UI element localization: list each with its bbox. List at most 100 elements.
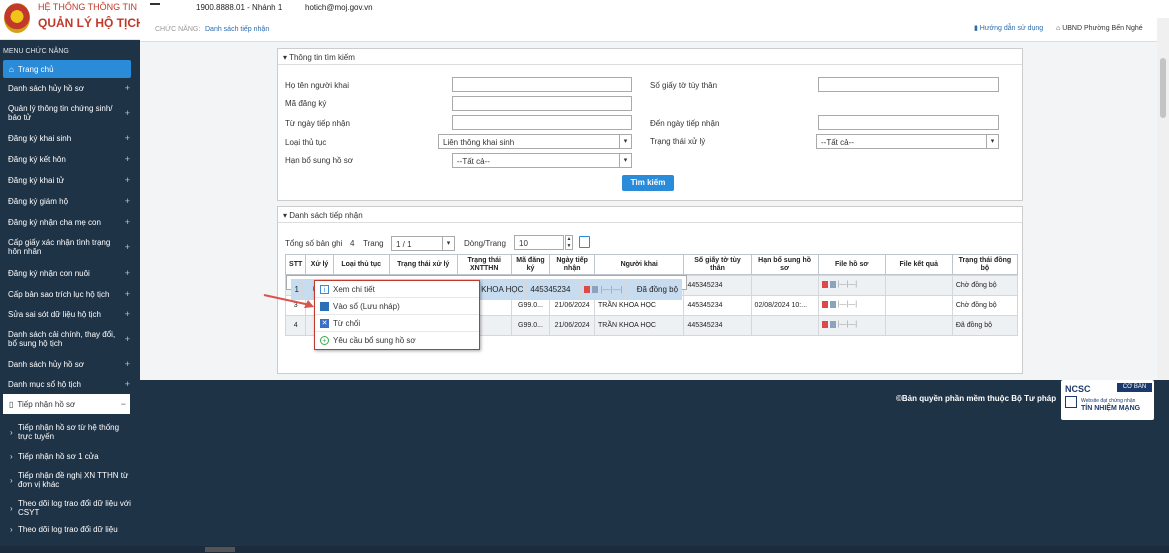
file-ho-so-cell[interactable]: |—|—| (817, 275, 886, 296)
expand-icon: + (124, 217, 130, 227)
column-header[interactable]: Hạn bổ sung hồ sơ (750, 254, 819, 275)
menu-toggle-icon[interactable] (150, 3, 160, 5)
attachment-icon[interactable] (829, 301, 836, 308)
sidebar-item[interactable]: ⌂ Trang chủ (3, 60, 131, 78)
file-ho-so-cell[interactable]: |—|—| (580, 279, 627, 300)
column-header[interactable]: Người khai (593, 254, 685, 275)
horizontal-scrollbar[interactable] (0, 546, 1169, 553)
page-select[interactable]: 1 / 1 ▾ (391, 236, 455, 251)
breadcrumb-current[interactable]: Danh sách tiếp nhận (205, 26, 269, 33)
breadcrumb-label: CHỨC NĂNG: (155, 26, 201, 33)
sidebar-item[interactable]: Sửa sai sót dữ liệu hộ tịch + (0, 304, 140, 324)
attachment-icon[interactable] (829, 281, 836, 288)
sidebar-item[interactable]: Quản lý thông tin chứng sinh/ báo tử + (0, 98, 140, 128)
menu-item-reject[interactable]: ✕ Từ chối (315, 315, 479, 332)
attachment-icon[interactable] (592, 285, 599, 293)
column-header[interactable]: Loại thủ tục (332, 254, 390, 275)
ncsc-badge[interactable]: NCSC CƠ BẢN Website đạt chứng nhận TÍN N… (1061, 380, 1154, 420)
sidebar-subitem[interactable]: Tiếp nhận hồ sơ 1 cửa (0, 446, 140, 466)
column-header[interactable]: Trạng thái xử lý (388, 254, 458, 275)
sidebar-item[interactable]: Cấp giấy xác nhận tình trạng hôn nhân + (0, 232, 140, 262)
loai-thu-tuc-value: Liên thông khai sinh (443, 138, 515, 147)
menu-item-view-detail[interactable]: i Xem chi tiết (315, 281, 479, 298)
sidebar-subitem-label: Theo dõi log trao đổi dữ liệu (18, 524, 118, 534)
logo[interactable]: HỆ THỐNG THÔNG TIN QUẢN LÝ HỘ TỊCH (0, 0, 140, 40)
column-header[interactable]: Trạng thái XNTTHN (456, 254, 512, 275)
sidebar-item[interactable]: Đăng ký khai sinh + (0, 128, 140, 148)
label-ho-ten: Họ tên người khai (285, 81, 349, 90)
han-bo-sung-select[interactable]: --Tất cả-- ▾ (452, 153, 632, 168)
search-panel-header[interactable]: ▾ Thông tin tìm kiếm (278, 49, 1022, 65)
sidebar-item-label: Đăng ký kết hôn (8, 154, 66, 164)
han-bo-sung-cell (750, 315, 819, 336)
vertical-scrollbar[interactable] (1157, 18, 1169, 380)
save-icon (320, 301, 329, 311)
list-panel-header[interactable]: ▾ Danh sách tiếp nhận (278, 207, 1022, 223)
file-ho-so-cell[interactable]: |—|—| (817, 315, 886, 336)
column-header[interactable]: Mã đăng ký (510, 254, 551, 275)
sidebar-item[interactable]: Danh mục sổ hộ tịch + (0, 374, 140, 394)
dong-bo-cell: Đã đồng bộ (951, 315, 1019, 336)
menu-item-label: Yêu cầu bổ sung hồ sơ (333, 336, 416, 345)
trang-thai-select[interactable]: --Tất cả-- ▾ (816, 134, 999, 149)
column-header[interactable]: File hồ sơ (817, 254, 886, 275)
sidebar-subitem[interactable]: Tiếp nhận đề nghị XN TTHN từ đơn vị khác (0, 466, 140, 494)
user-guide-link[interactable]: ▮ Hướng dẫn sử dụng (974, 24, 1043, 32)
sidebar-item[interactable]: Đăng ký khai tử + (0, 170, 140, 190)
sidebar-item[interactable]: ▯ Tiếp nhận hồ sơ − (3, 394, 130, 414)
sidebar-item[interactable]: Danh sách cải chính, thay đổi, bổ sung h… (0, 324, 140, 354)
expand-icon: + (124, 309, 130, 319)
loai-thu-tuc-select[interactable]: Liên thông khai sinh ▾ (438, 134, 632, 149)
label-so-giay: Số giấy tờ tùy thân (650, 81, 718, 90)
expand-icon: + (124, 289, 130, 299)
breadcrumb: CHỨC NĂNG: Danh sách tiếp nhận ▮ Hướng d… (140, 18, 1157, 42)
unit-label: UBND Phường Bến Nghé (1062, 25, 1143, 32)
pdf-icon[interactable] (821, 301, 828, 308)
stt-cell: 4 (284, 315, 307, 336)
column-header[interactable]: Trạng thái đồng bộ (951, 254, 1019, 275)
attachment-icon[interactable] (829, 321, 836, 328)
file-separator: |—|—| (837, 301, 858, 308)
sidebar-item-label: Tiếp nhận hồ sơ (17, 399, 76, 409)
search-button[interactable]: Tìm kiếm (622, 175, 674, 191)
sidebar-subitem[interactable]: Tiếp nhận hồ sơ từ hệ thống trực tuyến (0, 418, 140, 446)
rows-label: Dòng/Trang (464, 239, 506, 248)
trang-thai-value: --Tất cả-- (821, 138, 854, 147)
sidebar-item[interactable]: Cấp bản sao trích lục hộ tịch + (0, 284, 140, 304)
sidebar-subitem[interactable]: Theo dõi log trao đổi dữ liệu (0, 522, 140, 536)
scroll-thumb[interactable] (1160, 58, 1166, 118)
annotation-arrow-icon (263, 294, 314, 308)
menu-item-save-draft[interactable]: Vào sổ (Lưu nháp) (315, 298, 479, 315)
column-header[interactable]: Xử lý (305, 254, 334, 275)
sidebar-item[interactable]: Đăng ký kết hôn + (0, 148, 140, 170)
file-ho-so-cell[interactable]: |—|—| (817, 295, 886, 316)
label-den-ngay: Đến ngày tiếp nhận (650, 119, 720, 128)
pdf-icon[interactable] (821, 321, 828, 328)
ho-ten-input[interactable] (452, 77, 632, 92)
tu-ngay-input[interactable] (452, 115, 632, 130)
rows-stepper[interactable]: ▲ ▼ (565, 235, 573, 250)
sidebar-subitem[interactable]: Theo dõi log trao đổi dữ liệu với CSYT (0, 494, 140, 522)
sidebar-item[interactable]: Danh sách hủy hồ sơ + (0, 78, 140, 98)
han-bo-sung-cell (573, 279, 582, 300)
so-giay-cell: 445345234 (526, 279, 575, 300)
list-panel-title: Danh sách tiếp nhận (289, 211, 363, 220)
so-giay-input[interactable] (818, 77, 999, 92)
column-header[interactable]: STT (284, 254, 307, 275)
sidebar-item[interactable]: Danh sách hủy hồ sơ + (0, 354, 140, 374)
sidebar-item-label: Đăng ký khai tử (8, 175, 65, 185)
den-ngay-input[interactable] (818, 115, 999, 130)
column-header[interactable]: Ngày tiếp nhận (549, 254, 595, 275)
scroll-thumb[interactable] (205, 547, 235, 552)
refresh-icon[interactable] (579, 236, 590, 248)
column-header[interactable]: Số giấy tờ tùy thân (683, 254, 752, 275)
pdf-icon[interactable] (584, 285, 591, 293)
menu-item-request-supplement[interactable]: + Yêu cầu bổ sung hồ sơ (315, 332, 479, 349)
sidebar-item[interactable]: Đăng ký nhận cha mẹ con + (0, 212, 140, 232)
column-header[interactable]: File kết quả (884, 254, 953, 275)
ma-dang-ky-input[interactable] (452, 96, 632, 111)
rows-per-page-input[interactable]: 10 (514, 235, 564, 250)
sidebar-item[interactable]: Đăng ký nhận con nuôi + (0, 262, 140, 284)
sidebar-item[interactable]: Đăng ký giám hộ + (0, 190, 140, 212)
pdf-icon[interactable] (821, 281, 828, 288)
